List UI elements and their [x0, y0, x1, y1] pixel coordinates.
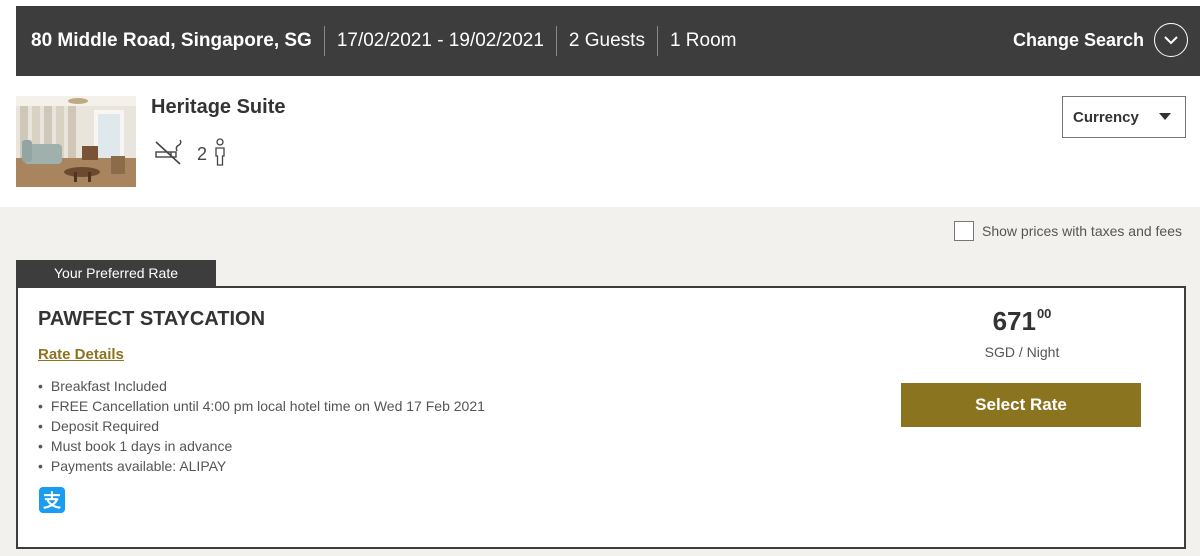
checkbox-box[interactable] — [954, 221, 974, 241]
list-item: Payments available: ALIPAY — [38, 456, 485, 476]
search-summary-bar: 80 Middle Road, Singapore, SG 17/02/2021… — [16, 6, 1200, 76]
price-cents: 00 — [1036, 306, 1052, 321]
currency-dropdown[interactable]: Currency — [1062, 96, 1186, 138]
search-guests: 2 Guests — [555, 26, 657, 56]
rate-details-link[interactable]: Rate Details — [38, 346, 124, 363]
rate-card: PAWFECT STAYCATION Rate Details Breakfas… — [16, 286, 1186, 549]
list-item: Deposit Required — [38, 416, 485, 436]
change-search-button[interactable]: Change Search — [1013, 23, 1188, 57]
rate-features-list: Breakfast Included FREE Cancellation unt… — [38, 376, 485, 476]
room-header: Heritage Suite 2 Currency — [0, 76, 1200, 207]
price-amount: 671 — [992, 306, 1036, 336]
list-item: Breakfast Included — [38, 376, 485, 396]
search-rooms: 1 Room — [656, 26, 749, 56]
taxes-fees-checkbox[interactable]: Show prices with taxes and fees — [954, 221, 1182, 241]
no-smoking-icon — [153, 139, 183, 170]
list-item: Must book 1 days in advance — [38, 436, 485, 456]
list-item: FREE Cancellation until 4:00 pm local ho… — [38, 396, 485, 416]
search-location: 80 Middle Road, Singapore, SG — [31, 30, 312, 51]
preferred-rate-tab: Your Preferred Rate — [16, 260, 216, 286]
max-occupancy: 2 — [197, 144, 208, 164]
room-title: Heritage Suite — [151, 96, 286, 118]
rate-price: 67100 — [902, 306, 1142, 337]
chevron-down-icon — [1154, 23, 1188, 57]
price-unit: SGD / Night — [984, 344, 1060, 360]
select-rate-button[interactable]: Select Rate — [901, 383, 1141, 427]
caret-down-icon — [1159, 113, 1171, 120]
taxes-fees-label: Show prices with taxes and fees — [982, 223, 1182, 239]
rates-section: Show prices with taxes and fees Your Pre… — [0, 207, 1200, 556]
alipay-icon: 支 — [39, 487, 65, 513]
rate-name: PAWFECT STAYCATION — [38, 308, 266, 330]
search-dates: 17/02/2021 - 19/02/2021 — [323, 26, 556, 56]
person-icon — [213, 138, 227, 171]
room-amenities: 2 — [153, 138, 227, 171]
room-photo — [16, 96, 136, 187]
currency-label: Currency — [1073, 108, 1139, 126]
change-search-label: Change Search — [1012, 29, 1144, 50]
